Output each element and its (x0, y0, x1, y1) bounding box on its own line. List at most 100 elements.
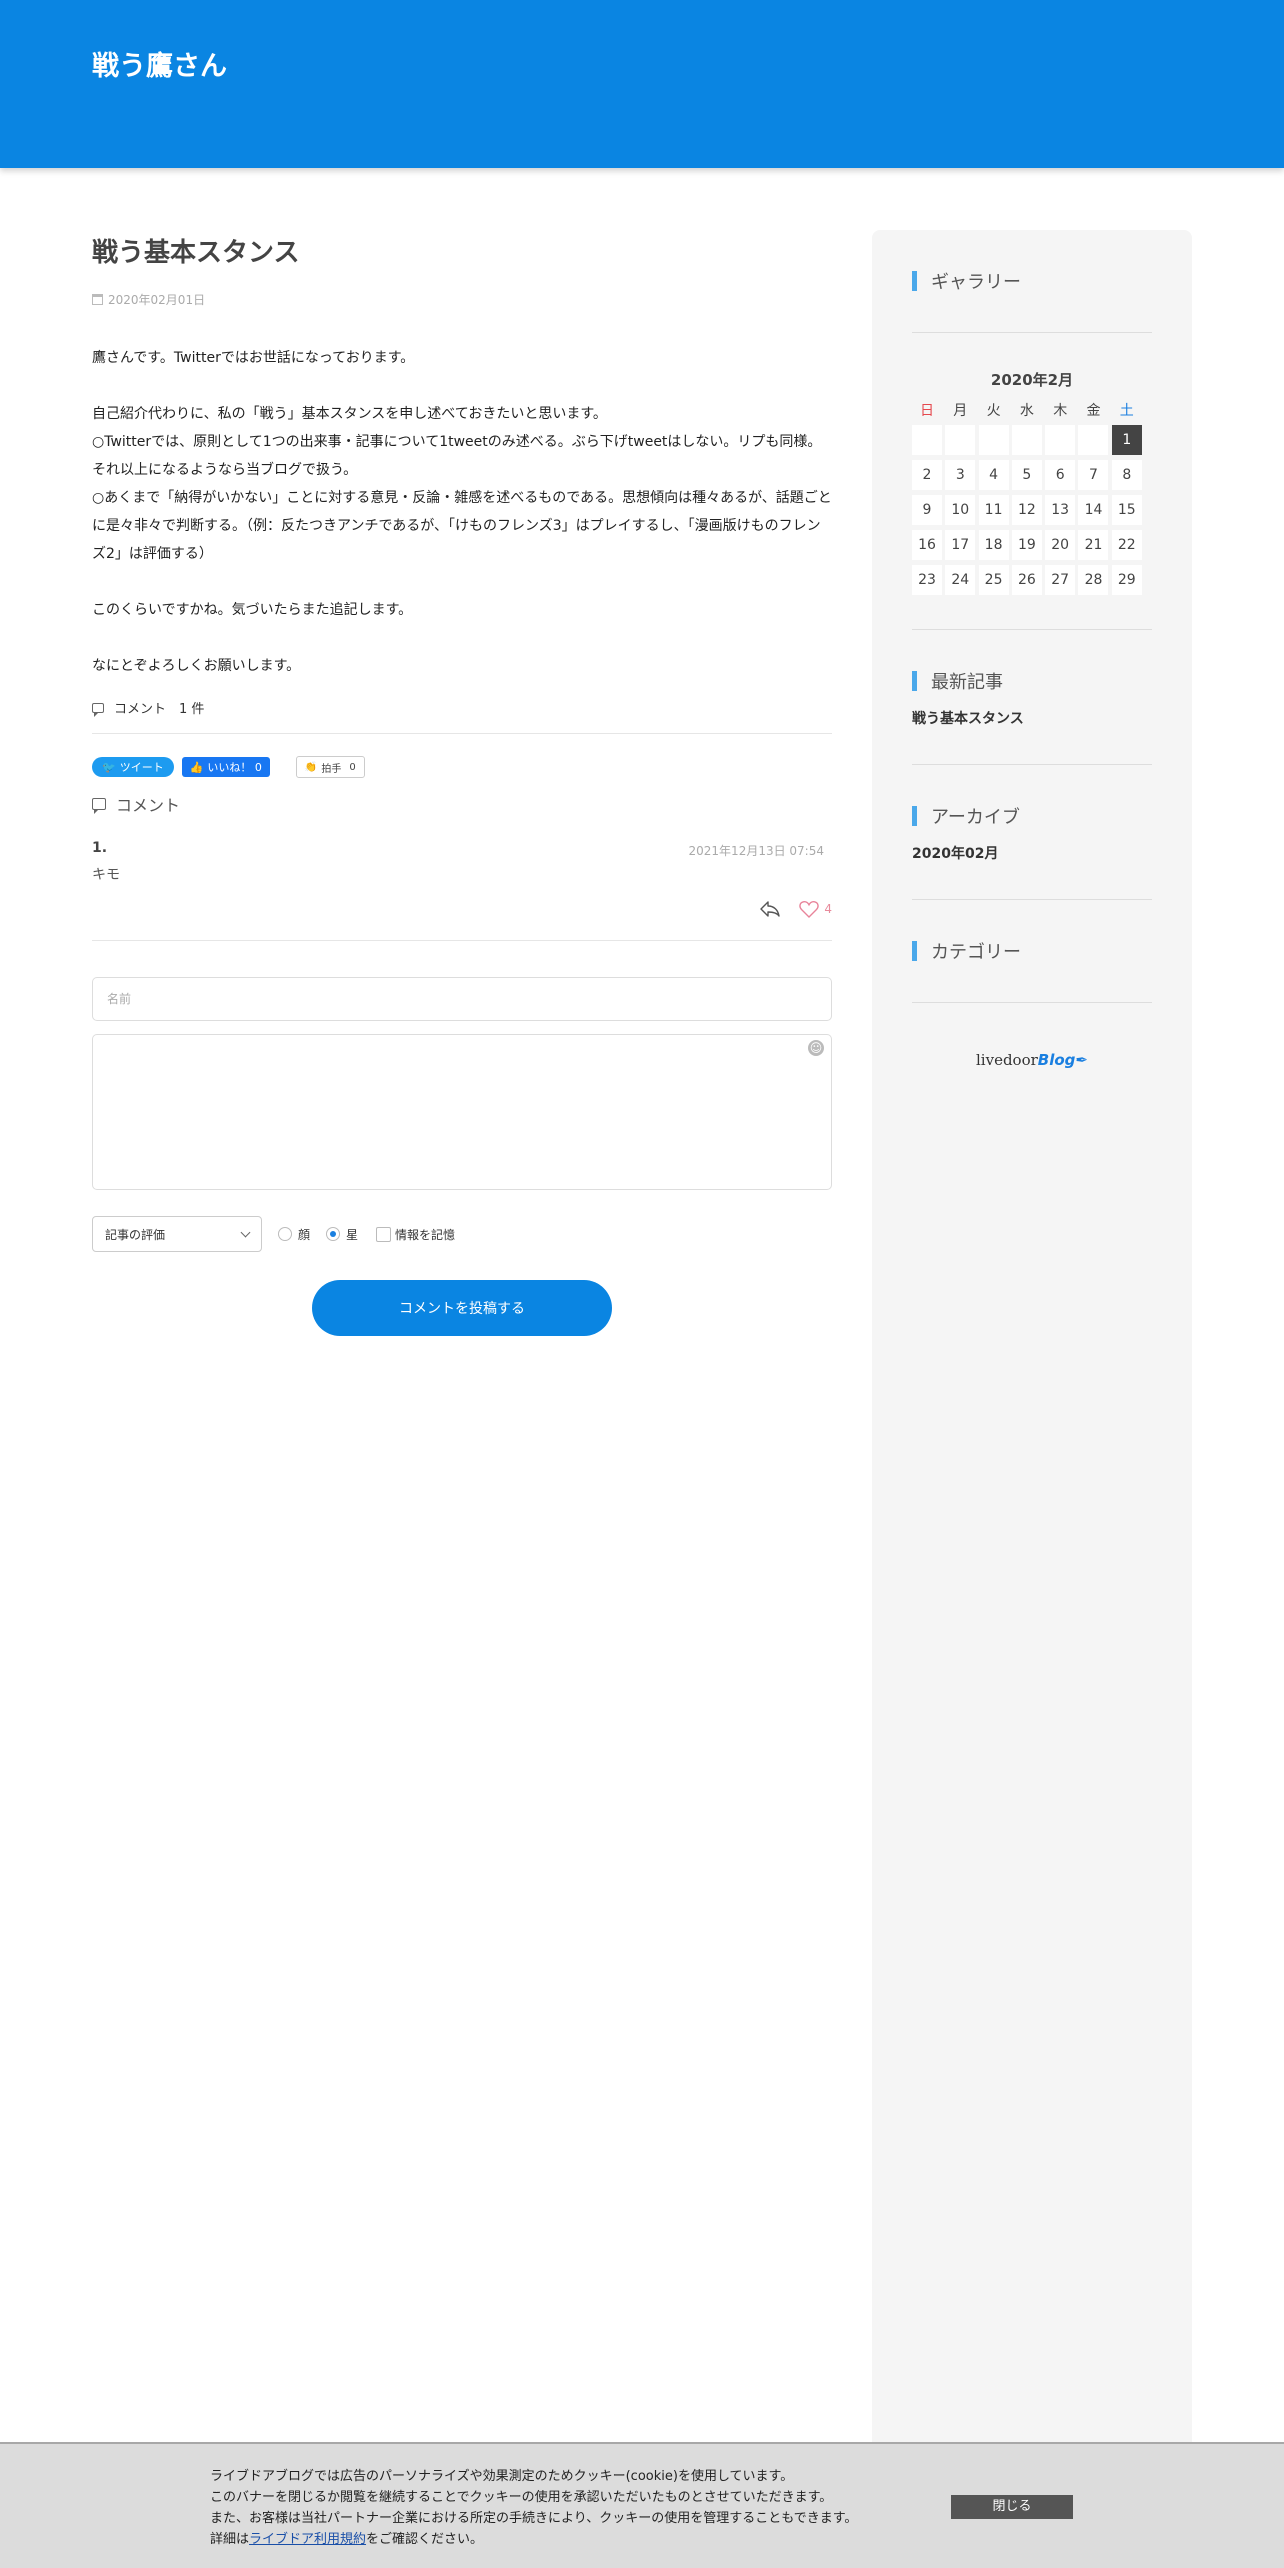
archive-section: アーカイブ 2020年02月 (872, 765, 1192, 863)
tweet-button[interactable]: 🐦 ツイート (92, 757, 174, 777)
facebook-like-button[interactable]: 👍 いいね！ 0 (181, 757, 270, 777)
cookie-line-prefix: 詳細は (210, 2532, 250, 2547)
post-title[interactable]: 戦う基本スタンス (92, 232, 832, 269)
comment-form: ☺ 記事の評価 顔 星 情報を記憶 コメントを投稿する (92, 977, 832, 1336)
calendar-empty-cell (978, 425, 1009, 455)
radio-face-label: 顔 (298, 1227, 311, 1242)
title-accent-bar (912, 806, 917, 826)
cookie-line-suffix: をご確認ください。 (366, 2532, 484, 2547)
comment-actions: 4 (759, 900, 832, 918)
calendar-title: 2020年2月 (990, 371, 1074, 389)
cookie-line: 詳細はライブドア利用規約をご確認ください。 (210, 2529, 857, 2550)
calendar-weekday: 木 (1053, 403, 1068, 419)
form-options: 記事の評価 顔 星 情報を記憶 (92, 1216, 832, 1252)
livedoor-blog-logo[interactable]: livedoorBlog✒ (872, 1051, 1192, 1069)
feather-icon: ✒ (1075, 1051, 1088, 1069)
category-title: カテゴリー (912, 938, 1152, 964)
calendar-day: 18 (978, 530, 1009, 560)
calendar-day: 20 (1045, 530, 1076, 560)
calendar-day: 17 (945, 530, 976, 560)
category-title-text: カテゴリー (931, 942, 1021, 963)
radio-circle[interactable] (278, 1227, 292, 1241)
cookie-line: このバナーを閉じるか閲覧を継続することでクッキーの使用を承認いただいたものとさせ… (210, 2490, 833, 2505)
remember-label: 情報を記憶 (395, 1227, 456, 1242)
site-header: 戦う鷹さん (0, 0, 1284, 168)
calendar-day: 23 (912, 565, 942, 595)
comments-heading-label: コメント (116, 796, 181, 815)
comment-textarea[interactable] (92, 1034, 832, 1190)
remember-checkbox[interactable]: 情報を記憶 (376, 1226, 455, 1243)
recent-title-text: 最新記事 (931, 672, 1003, 693)
comments-heading: コメント (92, 792, 832, 816)
divider (912, 1002, 1152, 1003)
gallery-title-text: ギャラリー (931, 272, 1021, 293)
comment-count-label: コメント 1 件 (114, 702, 205, 717)
calendar-day: 13 (1045, 495, 1076, 525)
calendar-grid: 日月火水木金土 1 2 3 4 5 6 7 8 9 10 11 12 13 14 15 16 17 18 19 20 21… (912, 400, 1152, 595)
comment-date: 2021年12月13日 07:54 (688, 844, 824, 858)
twitter-bird-icon: 🐦 (102, 760, 116, 774)
logo-blog-text: Blog (1037, 1051, 1076, 1069)
radio-face[interactable]: 顔 (278, 1226, 310, 1243)
cookie-line: ライブドアブログでは広告のパーソナライズや効果測定のためクッキー(cookie)… (210, 2469, 794, 2484)
post-paragraph: なにとぞよろしくお願いします。 (92, 658, 301, 674)
comment-like-count: 4 (824, 902, 832, 916)
chevron-down-icon (240, 1227, 251, 1237)
calendar-weekday: 月 (953, 403, 968, 419)
archive-link[interactable]: 2020年02月 (912, 843, 1152, 863)
calendar-empty-cell (1045, 425, 1076, 455)
calendar-day: 8 (1111, 460, 1142, 490)
calendar-day: 29 (1111, 565, 1142, 595)
calendar-day: 7 (1078, 460, 1109, 490)
submit-comment-button[interactable]: コメントを投稿する (312, 1280, 612, 1336)
calendar-day: 10 (945, 495, 976, 525)
post-date-text: 2020年02月01日 (108, 293, 206, 307)
reply-icon[interactable] (759, 900, 781, 918)
cookie-text: ライブドアブログでは広告のパーソナライズや効果測定のためクッキー(cookie)… (210, 2466, 857, 2550)
divider (92, 733, 832, 734)
calendar-day[interactable]: 1 (1111, 425, 1142, 455)
name-input[interactable] (92, 977, 832, 1021)
rating-select[interactable]: 記事の評価 (92, 1216, 262, 1252)
checkbox-box[interactable] (376, 1226, 392, 1242)
clap-count: 0 (349, 761, 356, 773)
category-section: カテゴリー (872, 900, 1192, 964)
calendar-empty-cell (912, 425, 942, 455)
sidebar: ギャラリー 2020年2月 日月火水木金土 1 2 3 4 5 6 7 8 9 10 11 12 13 14… (872, 230, 1192, 2568)
comment-text: キモ (92, 867, 120, 883)
calendar-day: 9 (912, 495, 942, 525)
post-paragraph: このくらいですかね。気づいたらまた追記します。 (92, 602, 413, 618)
calendar-day: 14 (1078, 495, 1109, 525)
main-content: 戦う基本スタンス 2020年02月01日 鷹さんです。Twitterではお世話に… (92, 230, 832, 1336)
close-cookie-button[interactable]: 閉じる (951, 2495, 1073, 2519)
title-accent-bar (912, 271, 917, 291)
calendar-day: 27 (1045, 565, 1076, 595)
gallery-title: ギャラリー (912, 268, 1152, 294)
radio-circle-selected[interactable] (326, 1227, 341, 1241)
calendar-day: 28 (1078, 565, 1109, 595)
post-paragraph: ○あくまで「納得がいかない」ことに対する意見・反論・雑感を述べるものである。思想… (92, 490, 832, 562)
calendar-day: 16 (912, 530, 942, 560)
comment-count-link[interactable]: コメント 1 件 (92, 698, 832, 717)
post-date: 2020年02月01日 (92, 291, 832, 308)
smiley-icon[interactable]: ☺ (808, 1040, 824, 1056)
calendar-day: 19 (1011, 530, 1042, 560)
recent-post-link[interactable]: 戦う基本スタンス (912, 708, 1152, 728)
thumbs-up-icon: 👍 (189, 760, 204, 774)
comment-item: 1. 2021年12月13日 07:54 キモ 4 (92, 840, 832, 920)
clap-button[interactable]: 👏 拍手 0 (295, 756, 365, 778)
site-title[interactable]: 戦う鷹さん (92, 44, 227, 83)
calendar-weekday: 金 (1086, 403, 1101, 419)
heart-icon[interactable] (799, 900, 820, 918)
title-accent-bar (912, 671, 917, 691)
recent-title: 最新記事 (912, 668, 1152, 694)
title-accent-bar (912, 941, 917, 961)
radio-star[interactable]: 星 (326, 1226, 358, 1243)
comment-bubble-icon (92, 798, 106, 814)
terms-link[interactable]: ライブドア利用規約 (249, 2532, 366, 2547)
recent-section: 最新記事 戦う基本スタンス (872, 630, 1192, 728)
clap-icon: 👏 (304, 761, 318, 773)
calendar-day: 24 (945, 565, 976, 595)
cookie-line: また、お客様は当社パートナー企業における所定の手続きにより、クッキーの使用を管理… (210, 2511, 858, 2526)
calendar-weekday: 日 (920, 403, 934, 419)
